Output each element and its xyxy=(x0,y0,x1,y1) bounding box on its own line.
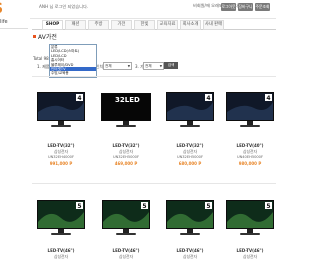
search-button[interactable]: 검색 xyxy=(164,62,178,69)
badge-number: 5 xyxy=(266,203,270,210)
product-name: LED-TV(46") xyxy=(176,248,204,253)
product-name: LED-TV(40") xyxy=(236,143,264,148)
total-count: Total 98 xyxy=(33,56,49,61)
category-label: 1. 제품 xyxy=(37,64,50,69)
product-price: 469,000 P xyxy=(114,161,138,166)
product-card[interactable]: 32LED LED-TV(32") 삼성전자 UN32EH5000F 469,0… xyxy=(100,90,152,185)
sidebar-title: life xyxy=(0,19,8,25)
product-brand: 삼성전자 xyxy=(243,254,257,259)
product-brand: 삼성전자 xyxy=(54,254,68,259)
product-name: LED-TV(32") xyxy=(47,143,75,148)
badge-number: 5 xyxy=(77,203,81,210)
product-model: UN32EH5000F xyxy=(112,155,140,159)
logo[interactable]: S xyxy=(0,2,16,15)
product-name: LED-TV(32") xyxy=(112,143,140,148)
section-bullet-icon xyxy=(33,35,36,38)
logo-text: S xyxy=(0,2,3,15)
page-title: AV가전 xyxy=(38,34,57,41)
tab-hanbit[interactable]: 한빛 xyxy=(134,20,155,30)
product-price: 991,000 P xyxy=(49,161,73,166)
sidebar-divider xyxy=(0,28,28,29)
tv-product-image[interactable]: 5 xyxy=(164,198,216,238)
cart-button[interactable]: 장바구니 xyxy=(238,3,253,11)
tv-product-image[interactable]: 4 xyxy=(35,90,87,130)
tv-product-image[interactable]: 5 xyxy=(100,198,152,238)
tv-product-image[interactable]: 4 xyxy=(224,90,276,130)
product-card[interactable]: 5 LED-TV(46") 삼성전자 xyxy=(224,198,276,260)
product-name: LED-TV(46") xyxy=(47,248,75,253)
tv-product-image[interactable]: 32LED xyxy=(100,90,152,130)
badge-number: 5 xyxy=(142,203,146,210)
tab-appliance[interactable]: 가전 xyxy=(111,20,132,30)
badge-number: 4 xyxy=(77,95,81,102)
logout-button[interactable]: 로그아웃 xyxy=(221,3,236,11)
product-card[interactable]: 5 LED-TV(46") 삼성전자 xyxy=(164,198,216,260)
product-card[interactable]: 4 LED-TV(40") 삼성전자 UN40EH5000F 980,000 P xyxy=(224,90,276,185)
tab-internal-sale[interactable]: 사내 판매 xyxy=(203,20,224,30)
product-card[interactable]: 4 LED-TV(32") 삼성전자 UN32EH4000F 991,000 P xyxy=(35,90,87,185)
tab-company[interactable]: 회사소개 xyxy=(180,20,201,30)
price-select-value: 전체 xyxy=(145,64,152,68)
product-model: UN32EH5000F xyxy=(176,155,204,159)
sidebar: life xyxy=(0,18,30,260)
product-card[interactable]: 5 LED-TV(46") 삼성전자 xyxy=(100,198,152,260)
main-nav: SHOP 패션 주방 가전 한빛 교육자료 회사소개 사내 판매 xyxy=(32,19,276,30)
badge-number: 5 xyxy=(206,203,210,210)
product-card[interactable]: 4 LED-TV(32") 삼성전자 UN32EH5000F 680,000 P xyxy=(164,90,216,185)
product-name: LED-TV(46") xyxy=(112,248,140,253)
login-message: ANH 님 로그인 되었습니다. xyxy=(39,4,89,9)
tab-shop[interactable]: SHOP xyxy=(42,20,63,30)
product-card[interactable]: 5 LED-TV(46") 삼성전자 xyxy=(35,198,87,260)
top-bar: S ANH 님 로그인 되었습니다. 비회원/에 오래되었습니다 로그아웃 장바… xyxy=(0,0,276,19)
product-model: UN32EH4000F xyxy=(47,155,75,159)
category-dropdown-list[interactable]: 분류 LED/LCD(스마트) LED/LCD 홈시어터 블루레이/DVD 인터… xyxy=(49,44,97,78)
chevron-down-icon: ▼ xyxy=(159,64,162,68)
badge-text: 32LED xyxy=(115,96,140,104)
chevron-down-icon: ▼ xyxy=(127,64,130,68)
product-price: 980,000 P xyxy=(238,161,262,166)
order-lookup-button[interactable]: 주문조회 xyxy=(255,3,270,11)
product-name: LED-TV(46") xyxy=(236,248,264,253)
size-select[interactable]: 전체 ▼ xyxy=(103,62,132,70)
tv-product-image[interactable]: 5 xyxy=(224,198,276,238)
tab-kitchen[interactable]: 주방 xyxy=(88,20,109,30)
product-brand: 삼성전자 xyxy=(183,254,197,259)
product-model: UN40EH5000F xyxy=(236,155,264,159)
product-price: 680,000 P xyxy=(178,161,202,166)
tab-education[interactable]: 교육자료 xyxy=(157,20,178,30)
badge-number: 4 xyxy=(266,95,270,102)
badge-number: 4 xyxy=(206,95,210,102)
divider xyxy=(32,76,276,77)
divider xyxy=(32,183,276,184)
tv-product-image[interactable]: 5 xyxy=(35,198,87,238)
tab-fashion[interactable]: 패션 xyxy=(65,20,86,30)
tv-product-image[interactable]: 4 xyxy=(164,90,216,130)
size-select-value: 전체 xyxy=(105,64,112,68)
price-select[interactable]: 전체 ▼ xyxy=(143,62,164,70)
product-name: LED-TV(32") xyxy=(176,143,204,148)
product-brand: 삼성전자 xyxy=(119,254,133,259)
